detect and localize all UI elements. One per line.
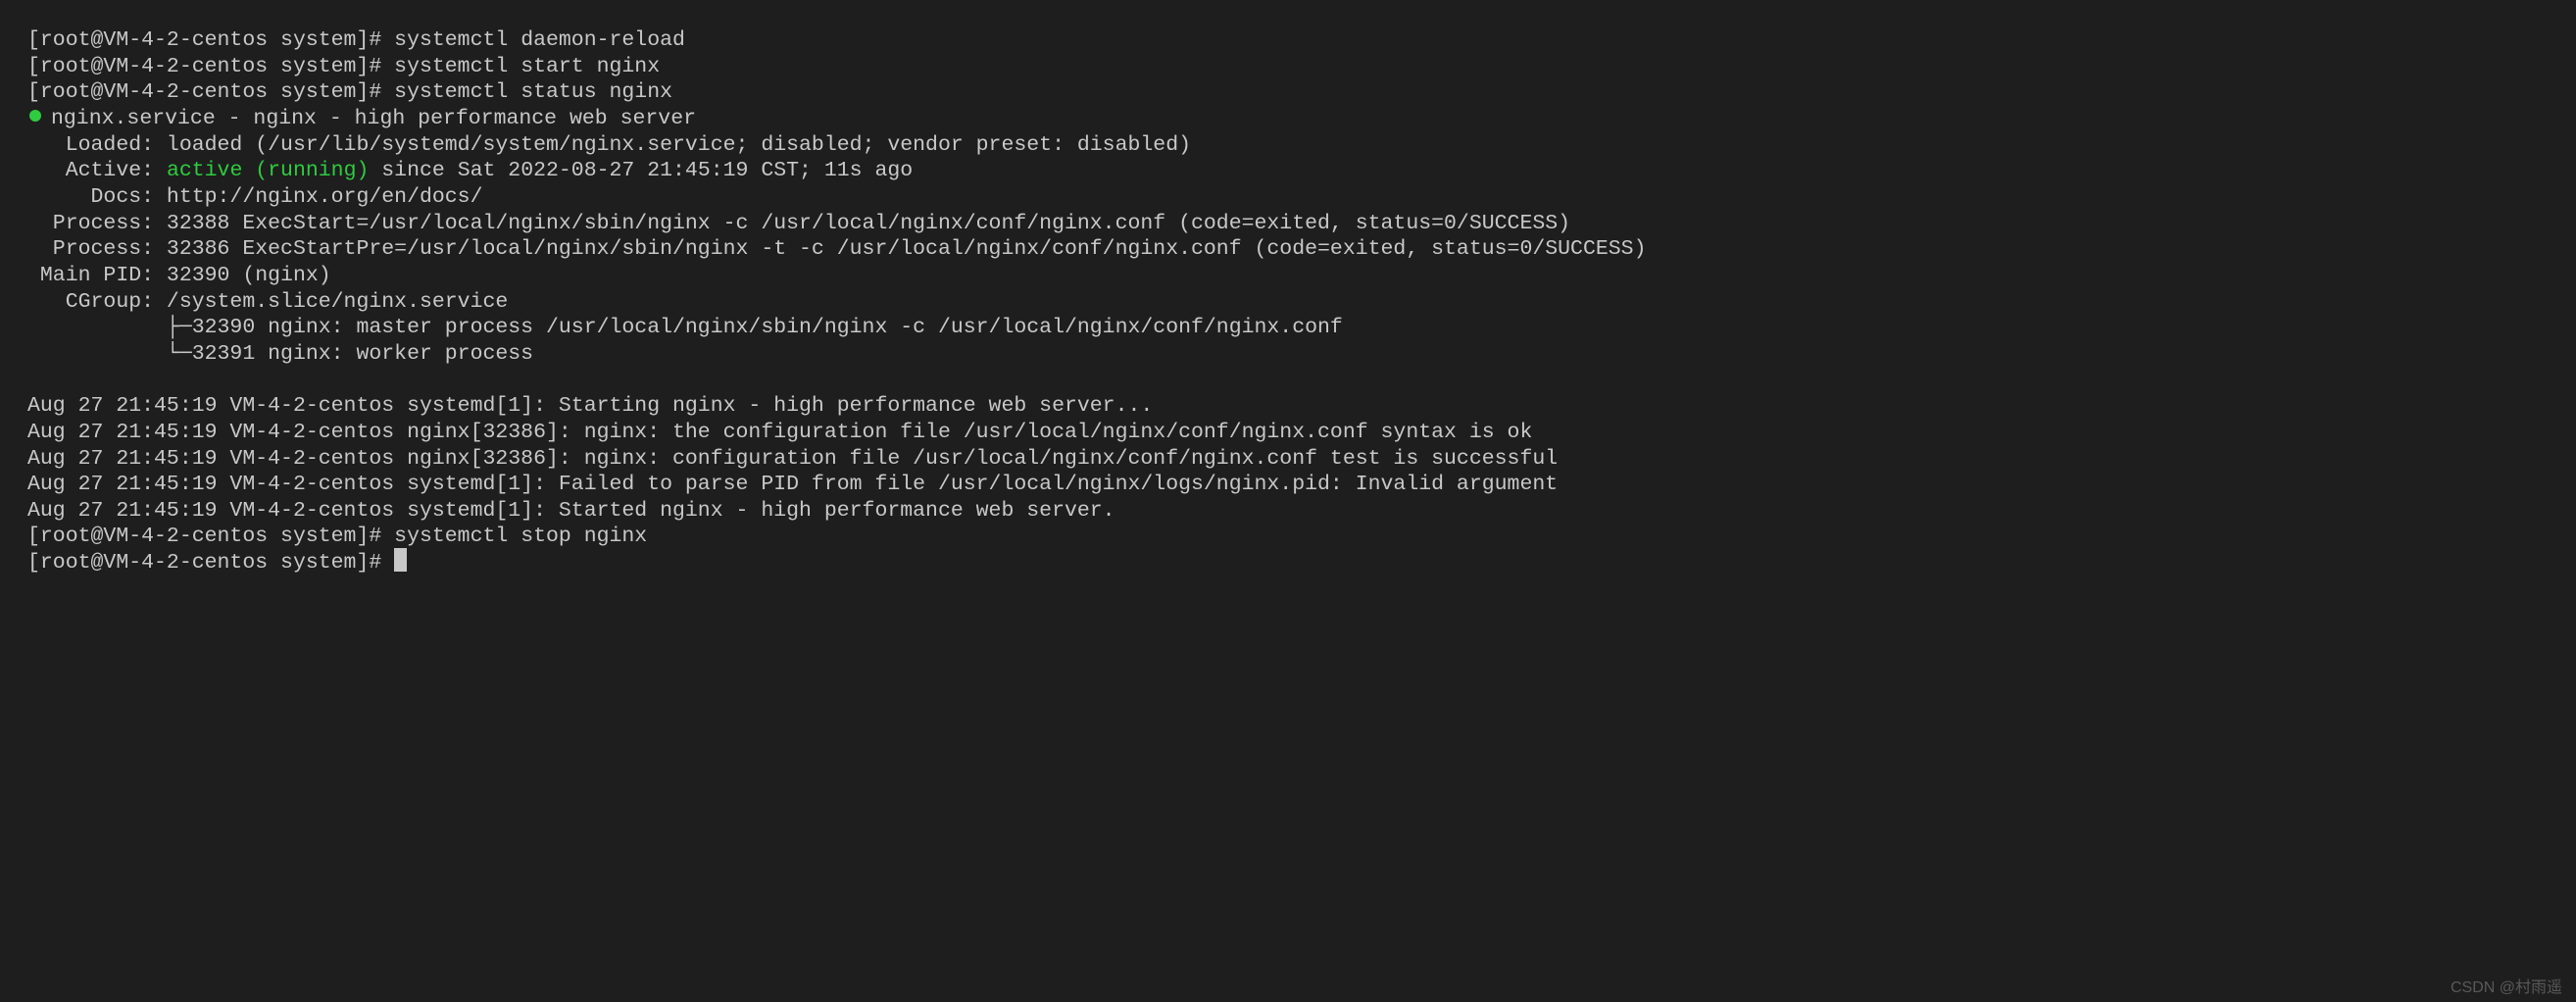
status-docs-line: Docs: http://nginx.org/en/docs/ bbox=[27, 184, 2549, 211]
status-service-line: nginx.service - nginx - high performance… bbox=[27, 106, 2549, 132]
status-mainpid-line: Main PID: 32390 (nginx) bbox=[27, 263, 2549, 289]
shell-prompt: [root@VM-4-2-centos system]# bbox=[27, 28, 394, 52]
active-state: active (running) bbox=[167, 159, 369, 182]
shell-prompt: [root@VM-4-2-centos system]# bbox=[27, 55, 394, 78]
log-line: Aug 27 21:45:19 VM-4-2-centos nginx[3238… bbox=[27, 420, 2549, 446]
status-dot-icon bbox=[29, 110, 41, 122]
prompt-line[interactable]: [root@VM-4-2-centos system]# bbox=[27, 550, 2549, 576]
command-text: systemctl start nginx bbox=[394, 55, 660, 78]
status-loaded-line: Loaded: loaded (/usr/lib/systemd/system/… bbox=[27, 132, 2549, 159]
status-process-line: Process: 32388 ExecStart=/usr/local/ngin… bbox=[27, 211, 2549, 237]
status-process-line: Process: 32386 ExecStartPre=/usr/local/n… bbox=[27, 236, 2549, 263]
log-line: Aug 27 21:45:19 VM-4-2-centos systemd[1]… bbox=[27, 498, 2549, 525]
log-line: Aug 27 21:45:19 VM-4-2-centos nginx[3238… bbox=[27, 446, 2549, 473]
prompt-line: [root@VM-4-2-centos system]# systemctl s… bbox=[27, 79, 2549, 106]
active-since: since Sat 2022-08-27 21:45:19 CST; 11s a… bbox=[369, 159, 913, 182]
service-name: nginx.service - nginx - high performance… bbox=[51, 107, 696, 130]
watermark-label: CSDN @村雨遥 bbox=[2451, 978, 2562, 998]
log-line: Aug 27 21:45:19 VM-4-2-centos systemd[1]… bbox=[27, 393, 2549, 420]
status-tree-line: ├─32390 nginx: master process /usr/local… bbox=[27, 315, 2549, 341]
shell-prompt: [root@VM-4-2-centos system]# bbox=[27, 525, 394, 548]
command-text: systemctl stop nginx bbox=[394, 525, 647, 548]
cursor-icon bbox=[394, 548, 407, 572]
active-label: Active: bbox=[27, 159, 167, 182]
shell-prompt: [root@VM-4-2-centos system]# bbox=[27, 551, 394, 575]
prompt-line: [root@VM-4-2-centos system]# systemctl s… bbox=[27, 524, 2549, 550]
blank-line bbox=[27, 368, 2549, 394]
log-line: Aug 27 21:45:19 VM-4-2-centos systemd[1]… bbox=[27, 472, 2549, 498]
command-text: systemctl status nginx bbox=[394, 80, 672, 104]
status-tree-line: └─32391 nginx: worker process bbox=[27, 341, 2549, 368]
status-cgroup-line: CGroup: /system.slice/nginx.service bbox=[27, 289, 2549, 316]
status-active-line: Active: active (running) since Sat 2022-… bbox=[27, 158, 2549, 184]
command-text: systemctl daemon-reload bbox=[394, 28, 685, 52]
shell-prompt: [root@VM-4-2-centos system]# bbox=[27, 80, 394, 104]
prompt-line: [root@VM-4-2-centos system]# systemctl d… bbox=[27, 27, 2549, 54]
terminal-window[interactable]: [root@VM-4-2-centos system]# systemctl d… bbox=[10, 6, 2566, 965]
prompt-line: [root@VM-4-2-centos system]# systemctl s… bbox=[27, 54, 2549, 80]
